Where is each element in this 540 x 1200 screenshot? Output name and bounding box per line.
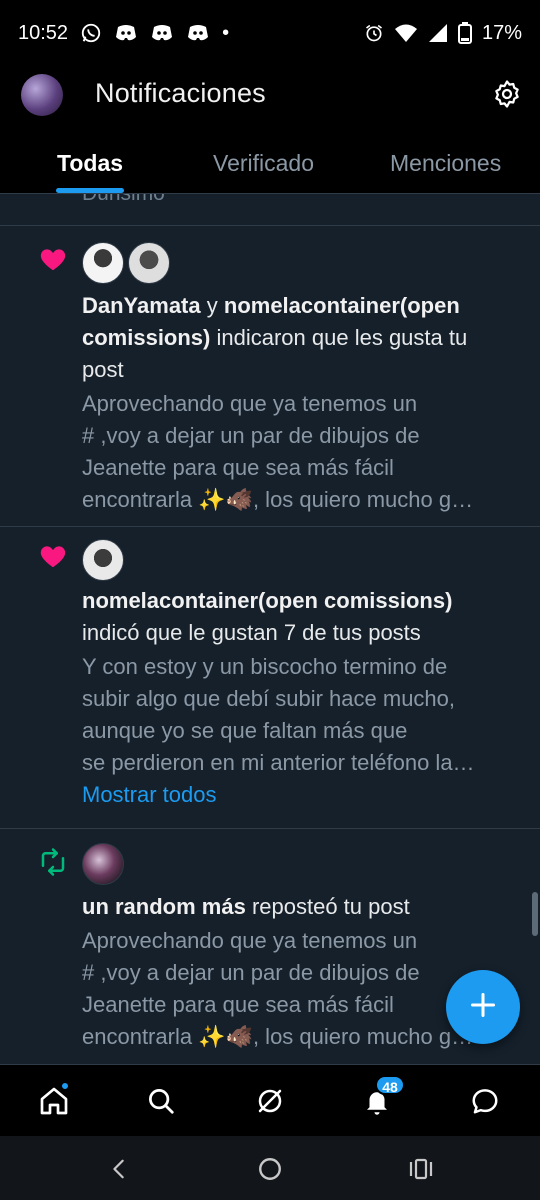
notifications-feed[interactable]: Dunsimo DanYamata y nomelacontainer(open… — [0, 194, 540, 1064]
avatar[interactable] — [128, 242, 170, 284]
post-preview-line: se perdieron en mi anterior teléfono la… — [82, 750, 475, 775]
gear-icon[interactable] — [492, 79, 522, 109]
heart-icon — [38, 244, 68, 274]
tab-menciones[interactable]: Menciones — [390, 150, 501, 177]
user-name[interactable]: nomelacontainer(open — [224, 293, 460, 318]
bell-icon[interactable]: 48 — [357, 1075, 405, 1121]
alarm-icon — [364, 23, 384, 43]
action-text: indicó que le gustan 7 de tus posts — [82, 620, 421, 645]
plus-icon — [469, 991, 497, 1024]
action-text: indicaron que les gusta tu — [216, 325, 468, 350]
notification-item[interactable]: nomelacontainer(open comissions) indicó … — [0, 527, 540, 827]
whatsapp-icon — [80, 22, 102, 44]
notification-item[interactable]: DanYamata y nomelacontainer(open comissi… — [0, 226, 540, 526]
post-preview-line: # ,voy a dejar un par de dibujos de — [82, 423, 420, 448]
app-header: Notificaciones Todas Verificado Mencione… — [0, 66, 540, 194]
unread-dot — [60, 1081, 70, 1091]
home-button-icon[interactable] — [255, 1154, 285, 1184]
wifi-icon — [394, 23, 418, 43]
user-name[interactable]: nomelacontainer(open comissions) — [82, 585, 522, 617]
avatar[interactable] — [82, 843, 124, 885]
grok-icon[interactable] — [250, 1081, 290, 1121]
tab-verificado[interactable]: Verificado — [213, 150, 314, 177]
page-title: Notificaciones — [95, 78, 266, 108]
show-all-link[interactable]: Mostrar todos — [82, 779, 522, 811]
scrollbar[interactable] — [532, 892, 538, 936]
status-dot: • — [222, 21, 230, 44]
messages-icon[interactable] — [465, 1081, 505, 1121]
signal-icon — [428, 23, 448, 43]
discord-icon — [114, 23, 138, 43]
post-preview-line: subir algo que debí subir hace mucho, — [82, 686, 456, 711]
battery-percent: 17% — [481, 21, 522, 44]
action-text: reposteó tu post — [251, 894, 410, 919]
tab-bar: Todas Verificado Menciones — [0, 132, 540, 194]
system-nav-bar — [0, 1136, 540, 1200]
tab-todas[interactable]: Todas — [57, 150, 123, 177]
post-preview-line: encontrarla ✨🐗, los quiero mucho g… — [82, 487, 474, 512]
post-preview-line: Aprovechando que ya tenemos un — [82, 928, 418, 953]
post-preview-line: Jeanette para que sea más fácil — [82, 455, 394, 480]
post-preview-line: Aprovechando que ya tenemos un — [82, 391, 418, 416]
post-preview-line: aunque yo se que faltan más que — [82, 718, 408, 743]
user-name[interactable]: DanYamata — [82, 293, 201, 318]
battery-icon — [457, 22, 472, 44]
post-preview-line: Y con estoy y un biscocho termino de — [82, 654, 448, 679]
bottom-nav: 48 — [0, 1064, 540, 1136]
compose-button[interactable] — [446, 970, 520, 1044]
status-bar: 10:52 • 17% — [0, 0, 540, 66]
active-tab-indicator — [56, 188, 124, 193]
recents-icon[interactable] — [406, 1154, 436, 1184]
repost-icon — [38, 847, 68, 877]
discord-icon — [150, 23, 174, 43]
profile-avatar[interactable] — [21, 74, 63, 116]
user-name-cont[interactable]: comissions) — [82, 325, 210, 350]
connector-text: y — [206, 293, 218, 318]
search-icon[interactable] — [141, 1081, 181, 1121]
action-text: post — [82, 357, 124, 382]
notifications-badge: 48 — [375, 1075, 405, 1095]
user-name[interactable]: un random más — [82, 894, 246, 919]
heart-icon — [38, 541, 68, 571]
discord-icon — [186, 23, 210, 43]
status-time: 10:52 — [18, 21, 69, 44]
avatar[interactable] — [82, 242, 124, 284]
home-icon[interactable] — [34, 1081, 74, 1121]
previous-post-tail: Dunsimo — [82, 194, 165, 206]
back-icon[interactable] — [104, 1154, 134, 1184]
avatar[interactable] — [82, 539, 124, 581]
